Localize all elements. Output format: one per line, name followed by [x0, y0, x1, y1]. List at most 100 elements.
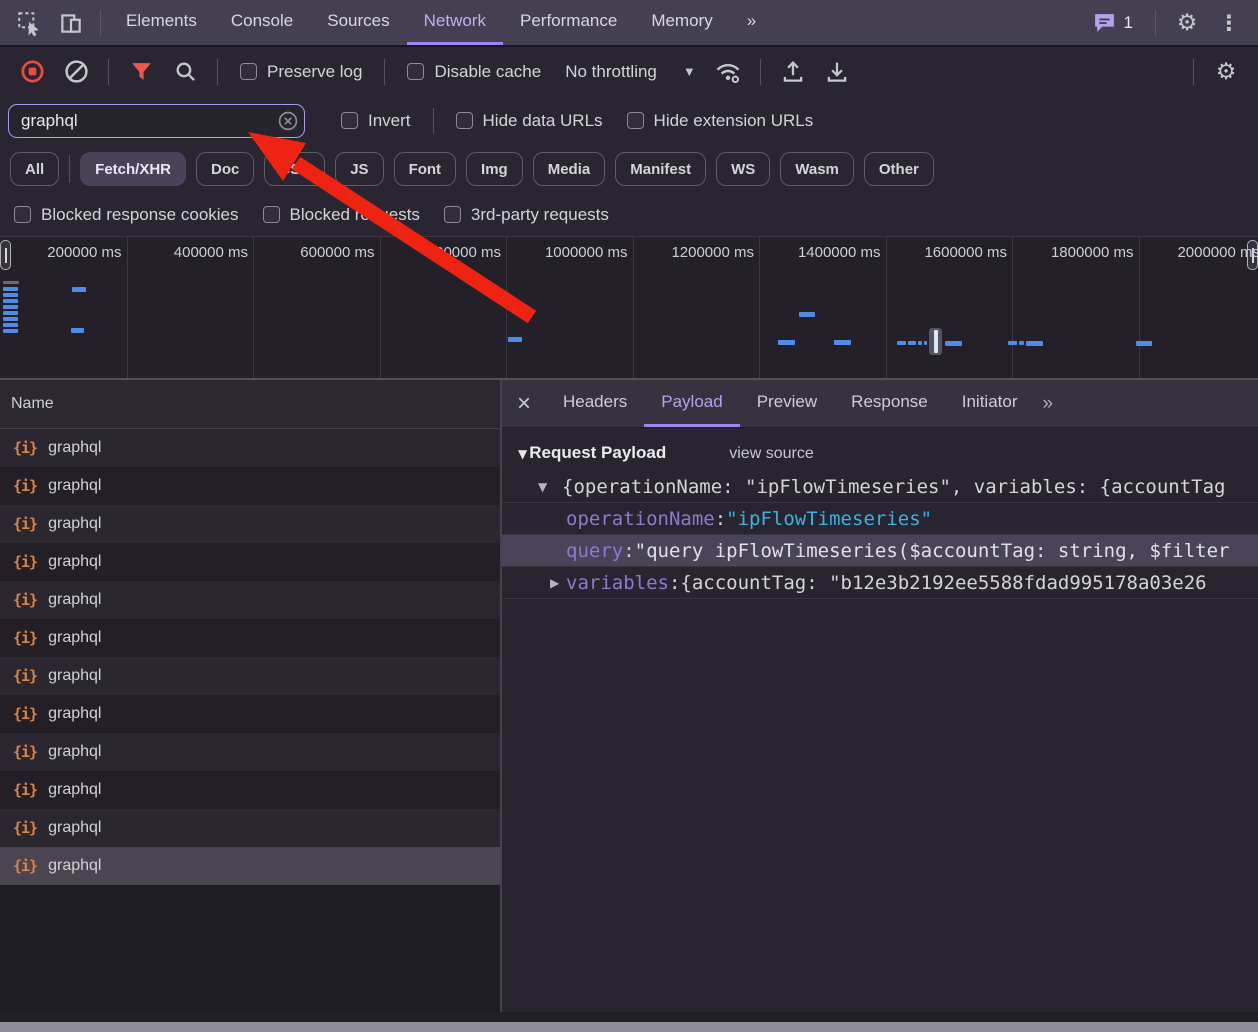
chip-other[interactable]: Other — [864, 152, 934, 186]
request-row[interactable]: {i}graphql — [0, 809, 500, 847]
chip-css[interactable]: CSS — [264, 152, 325, 186]
detail-tab-headers[interactable]: Headers — [546, 380, 644, 427]
tab-elements[interactable]: Elements — [109, 0, 214, 45]
clear-network-log-icon[interactable] — [61, 57, 91, 87]
request-row[interactable]: {i}graphql — [0, 581, 500, 619]
payload-tree-row[interactable]: query: "query ipFlowTimeseries($accountT… — [502, 535, 1258, 567]
payload-tree-row[interactable]: operationName: "ipFlowTimeseries" — [502, 503, 1258, 535]
request-row[interactable]: {i}graphql — [0, 505, 500, 543]
invert-checkbox[interactable]: Invert — [341, 111, 411, 131]
request-name: graphql — [48, 629, 101, 647]
chip-fetch-xhr[interactable]: Fetch/XHR — [80, 152, 186, 186]
more-panel-tabs-icon[interactable]: » — [730, 0, 773, 45]
request-row[interactable]: {i}graphql — [0, 771, 500, 809]
chips-divider — [69, 155, 70, 183]
request-row[interactable]: {i}graphql — [0, 657, 500, 695]
name-column-header[interactable]: Name — [0, 380, 500, 429]
checkbox-box — [240, 63, 257, 80]
waterfall-bar — [3, 323, 18, 327]
more-detail-tabs-icon[interactable]: » — [1042, 393, 1051, 415]
bottom-scrollbar[interactable] — [0, 1022, 1258, 1032]
request-row[interactable]: {i} graphql — [0, 695, 500, 733]
payload-segment: "query ipFlowTimeseries($accountTag: str… — [635, 540, 1230, 562]
filter-input[interactable] — [8, 104, 305, 138]
chip-img[interactable]: Img — [466, 152, 523, 186]
payload-tree-row[interactable]: ▼{operationName: "ipFlowTimeseries", var… — [502, 471, 1258, 503]
invert-label: Invert — [368, 111, 411, 131]
tab-console[interactable]: Console — [214, 0, 310, 45]
chip-wasm[interactable]: Wasm — [780, 152, 854, 186]
request-row[interactable]: {i}graphql — [0, 847, 500, 885]
collapse-triangle-icon[interactable]: ▼ — [518, 447, 527, 461]
detail-tab-payload[interactable]: Payload — [644, 380, 739, 427]
chip-js[interactable]: JS — [335, 152, 383, 186]
close-panel-icon[interactable]: × — [502, 390, 546, 418]
waterfall-bar — [1136, 341, 1152, 346]
tab-network[interactable]: Network — [407, 0, 503, 45]
waterfall-bar — [908, 341, 916, 345]
hide-data-urls-checkbox[interactable]: Hide data URLs — [456, 111, 603, 131]
preserve-log-checkbox[interactable]: Preserve log — [240, 62, 362, 82]
record-icon[interactable] — [17, 57, 47, 87]
waterfall-bar — [71, 328, 84, 333]
network-conditions-icon[interactable] — [713, 57, 743, 87]
tab-sources[interactable]: Sources — [310, 0, 406, 45]
json-request-icon: {i} — [13, 667, 37, 685]
blocked-option-label: Blocked requests — [290, 205, 420, 225]
waterfall-bar — [778, 340, 795, 345]
request-row[interactable]: {i}graphql — [0, 543, 500, 581]
chip-media[interactable]: Media — [533, 152, 606, 186]
inspect-element-icon[interactable] — [14, 8, 44, 38]
request-row[interactable]: {i}graphql — [0, 619, 500, 657]
timeline-tick-label: 2000000 ms — [1150, 244, 1258, 261]
disable-cache-checkbox[interactable]: Disable cache — [407, 62, 541, 82]
export-har-icon[interactable] — [822, 57, 852, 87]
chip-all[interactable]: All — [10, 152, 59, 186]
request-row[interactable]: {i}graphql — [0, 429, 500, 467]
device-toolbar-icon[interactable] — [56, 8, 86, 38]
payload-segment: operationName — [566, 508, 715, 530]
settings-icon[interactable]: ⚙ — [1172, 8, 1202, 38]
throttling-value: No throttling — [565, 62, 657, 82]
payload-tree-row[interactable]: ▶variables: {accountTag: "b12e3b2192ee55… — [502, 567, 1258, 599]
payload-header: ▼ Request Payload view source — [518, 443, 1258, 463]
timeline-tick-label: 200000 ms — [12, 244, 122, 261]
tab-label: Performance — [520, 11, 617, 31]
chip-manifest[interactable]: Manifest — [615, 152, 706, 186]
hide-extension-urls-checkbox[interactable]: Hide extension URLs — [627, 111, 814, 131]
import-har-icon[interactable] — [778, 57, 808, 87]
tab-memory[interactable]: Memory — [634, 0, 729, 45]
request-row[interactable]: {i}graphql — [0, 467, 500, 505]
timeline-tick-label: 1000000 ms — [518, 244, 628, 261]
request-row[interactable]: {i}graphql — [0, 733, 500, 771]
network-overview-timeline[interactable]: 200000 ms400000 ms600000 ms800000 ms1000… — [0, 236, 1258, 380]
blocked-option-checkbox[interactable]: Blocked requests — [263, 205, 420, 225]
detail-tab-preview[interactable]: Preview — [740, 380, 834, 427]
filter-icon[interactable] — [126, 57, 156, 87]
detail-tab-response[interactable]: Response — [834, 380, 945, 427]
blocked-option-checkbox[interactable]: Blocked response cookies — [14, 205, 239, 225]
timeline-tick-label: 1800000 ms — [1024, 244, 1134, 261]
payload-segment: : — [623, 540, 634, 562]
waterfall-bar — [1019, 341, 1024, 345]
search-icon[interactable] — [170, 57, 200, 87]
detail-tab-initiator[interactable]: Initiator — [945, 380, 1035, 427]
chip-doc[interactable]: Doc — [196, 152, 254, 186]
network-settings-icon[interactable]: ⚙ — [1211, 57, 1241, 87]
expand-triangle-icon[interactable]: ▼ — [538, 480, 547, 494]
json-request-icon: {i} — [13, 705, 37, 723]
tab-performance[interactable]: Performance — [503, 0, 634, 45]
overview-left-handle[interactable] — [0, 240, 11, 270]
expand-triangle-icon[interactable]: ▶ — [550, 576, 559, 590]
throttling-select[interactable]: No throttling ▼ — [565, 62, 696, 82]
chip-ws[interactable]: WS — [716, 152, 770, 186]
filter-box — [8, 104, 305, 138]
issues-button[interactable]: 1 — [1092, 10, 1133, 35]
blocked-option-label: 3rd-party requests — [471, 205, 609, 225]
chip-font[interactable]: Font — [394, 152, 456, 186]
request-name: graphql — [48, 705, 101, 723]
blocked-option-checkbox[interactable]: 3rd-party requests — [444, 205, 609, 225]
clear-filter-icon[interactable] — [278, 111, 298, 131]
kebab-menu-icon[interactable]: ⋮ — [1214, 8, 1244, 38]
view-source-link[interactable]: view source — [729, 445, 813, 463]
